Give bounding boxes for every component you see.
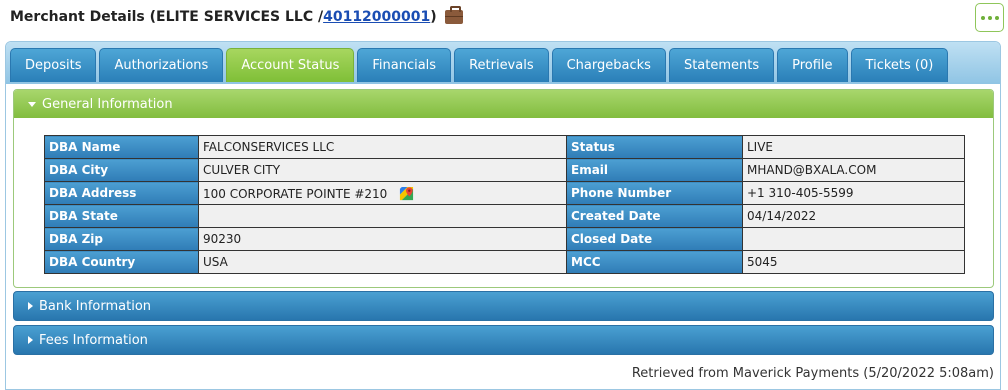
general-information-header[interactable]: General Information bbox=[14, 90, 993, 118]
value-phone-number: +1 310-405-5599 bbox=[742, 181, 965, 205]
tab-retrievals[interactable]: Retrievals bbox=[454, 48, 549, 82]
google-maps-icon[interactable] bbox=[399, 186, 414, 201]
value-dba-address: 100 CORPORATE POINTE #210 bbox=[198, 181, 567, 205]
label-phone-number: Phone Number bbox=[566, 181, 743, 205]
tab-container: Deposits Authorizations Account Status F… bbox=[5, 41, 1001, 390]
tab-statements[interactable]: Statements bbox=[668, 48, 775, 82]
dot bbox=[994, 15, 999, 20]
tab-deposits[interactable]: Deposits bbox=[10, 48, 97, 82]
general-information-title: General Information bbox=[42, 96, 173, 112]
label-mcc: MCC bbox=[566, 250, 743, 274]
label-created-date: Created Date bbox=[566, 204, 743, 228]
tab-tickets[interactable]: Tickets (0) bbox=[850, 48, 949, 82]
bank-information-panel: Bank Information bbox=[13, 291, 994, 321]
page-title: Merchant Details (ELITE SERVICES LLC / 4… bbox=[10, 6, 463, 28]
dot bbox=[980, 15, 985, 20]
fees-information-title: Fees Information bbox=[39, 332, 148, 348]
general-information-panel: General Information DBA Name FALCONSERVI… bbox=[13, 89, 994, 288]
dba-address-text: 100 CORPORATE POINTE #210 bbox=[203, 186, 388, 201]
value-created-date: 04/14/2022 bbox=[742, 204, 965, 228]
caret-down-icon bbox=[28, 101, 36, 107]
fees-information-panel: Fees Information bbox=[13, 325, 994, 355]
label-status: Status bbox=[566, 135, 743, 159]
value-status: LIVE bbox=[742, 135, 965, 159]
retrieved-from-note: Retrieved from Maverick Payments (5/20/2… bbox=[631, 366, 994, 381]
label-email: Email bbox=[566, 158, 743, 182]
value-dba-state bbox=[198, 204, 567, 228]
general-information-table: DBA Name FALCONSERVICES LLC Status LIVE … bbox=[44, 135, 965, 274]
tab-financials[interactable]: Financials bbox=[357, 48, 452, 82]
label-closed-date: Closed Date bbox=[566, 227, 743, 251]
fees-information-header[interactable]: Fees Information bbox=[13, 325, 994, 355]
value-mcc: 5045 bbox=[742, 250, 965, 274]
caret-right-icon bbox=[28, 302, 33, 310]
value-dba-city: CULVER CITY bbox=[198, 158, 567, 182]
label-dba-zip: DBA Zip bbox=[44, 227, 199, 251]
page-title-prefix: Merchant Details (ELITE SERVICES LLC / bbox=[10, 9, 324, 25]
label-dba-address: DBA Address bbox=[44, 181, 199, 205]
value-closed-date bbox=[742, 227, 965, 251]
value-dba-name: FALCONSERVICES LLC bbox=[198, 135, 567, 159]
tab-chargebacks[interactable]: Chargebacks bbox=[551, 48, 666, 82]
more-options-button[interactable] bbox=[975, 3, 1004, 32]
table-row: DBA Zip 90230 Closed Date bbox=[44, 227, 965, 251]
tab-profile[interactable]: Profile bbox=[777, 48, 848, 82]
bank-information-header[interactable]: Bank Information bbox=[13, 291, 994, 321]
table-row: DBA State Created Date 04/14/2022 bbox=[44, 204, 965, 228]
dot bbox=[987, 15, 992, 20]
table-row: DBA Address 100 CORPORATE POINTE #210 Ph… bbox=[44, 181, 965, 205]
value-email: MHAND@BXALA.COM bbox=[742, 158, 965, 182]
briefcase-icon bbox=[444, 6, 463, 24]
tab-authorizations[interactable]: Authorizations bbox=[99, 48, 224, 82]
table-row: DBA Name FALCONSERVICES LLC Status LIVE bbox=[44, 135, 965, 159]
label-dba-country: DBA Country bbox=[44, 250, 199, 274]
label-dba-city: DBA City bbox=[44, 158, 199, 182]
tab-bar: Deposits Authorizations Account Status F… bbox=[6, 42, 1000, 84]
bank-information-title: Bank Information bbox=[39, 298, 152, 314]
table-row: DBA City CULVER CITY Email MHAND@BXALA.C… bbox=[44, 158, 965, 182]
page-title-suffix: ) bbox=[430, 9, 437, 25]
label-dba-state: DBA State bbox=[44, 204, 199, 228]
value-dba-country: USA bbox=[198, 250, 567, 274]
table-row: DBA Country USA MCC 5045 bbox=[44, 250, 965, 274]
merchant-id-link[interactable]: 40112000001 bbox=[323, 9, 430, 25]
tab-account-status[interactable]: Account Status bbox=[226, 48, 355, 82]
value-dba-zip: 90230 bbox=[198, 227, 567, 251]
caret-right-icon bbox=[28, 336, 33, 344]
label-dba-name: DBA Name bbox=[44, 135, 199, 159]
